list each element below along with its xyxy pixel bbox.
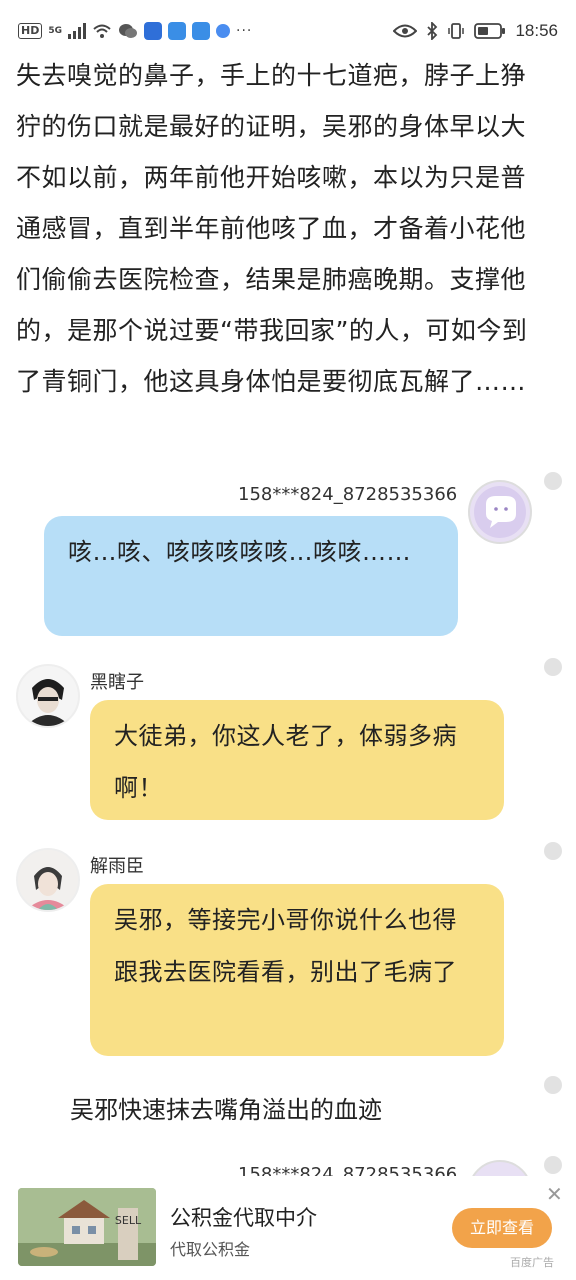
ad-title[interactable]: 公积金代取中介 xyxy=(170,1202,317,1232)
clock: 18:56 xyxy=(515,21,558,40)
message-bubble[interactable]: 大徒弟，你这人老了，体弱多病啊！ xyxy=(90,700,504,820)
wifi-icon xyxy=(93,24,111,38)
eye-comfort-icon xyxy=(393,24,418,38)
story-paragraph: 失去嗅觉的鼻子，手上的十七道疤，脖子上狰狞的伤口就是最好的证明，吴邪的身体早以大… xyxy=(16,61,528,396)
ad-banner[interactable]: SELL 公积金代取中介 代取公积金 立即查看 ✕ 百度广告 xyxy=(0,1176,576,1280)
hd-indicator: HD xyxy=(18,23,43,39)
message-bubble[interactable]: 吴邪，等接完小哥你说什么也得跟我去医院看看，别出了毛病了 xyxy=(90,884,504,1056)
status-left: HD 5G ··· xyxy=(18,20,252,42)
ad-close-icon[interactable]: ✕ xyxy=(546,1182,563,1206)
read-dot xyxy=(544,658,562,676)
message-bubble[interactable]: 咳…咳、咳咳咳咳咳…咳咳…… xyxy=(44,516,458,636)
bluetooth-icon xyxy=(427,22,438,40)
signal-icon xyxy=(68,23,86,39)
more-notifications: ··· xyxy=(236,23,253,39)
ad-source-tag: 百度广告 xyxy=(510,1256,554,1269)
status-right: 18:56 xyxy=(393,20,558,42)
avatar-xieyuchen[interactable] xyxy=(16,848,80,912)
ad-image-text: SELL xyxy=(115,1214,142,1227)
narration-text: 吴邪快速抹去嘴角溢出的血迹 xyxy=(70,1096,382,1124)
battery-icon xyxy=(474,23,506,39)
character-avatar-icon xyxy=(18,666,78,726)
vibrate-icon xyxy=(448,23,465,39)
sender-name: 解雨臣 xyxy=(90,856,144,877)
read-dot xyxy=(544,1076,562,1094)
browser-app-2-icon xyxy=(192,22,210,40)
network-type: 5G xyxy=(48,25,62,36)
map-app-icon xyxy=(216,24,230,38)
sender-name: 158***824_8728535366 xyxy=(238,484,458,505)
read-dot xyxy=(544,1156,562,1174)
default-avatar[interactable] xyxy=(468,480,532,544)
browser-app-icon xyxy=(168,22,186,40)
ad-view-button[interactable]: 立即查看 xyxy=(452,1208,552,1248)
ad-subtitle: 代取公积金 xyxy=(170,1240,251,1259)
house-sell-image: SELL xyxy=(18,1188,156,1266)
character-avatar-icon xyxy=(18,850,78,910)
avatar-heixiazi[interactable] xyxy=(16,664,80,728)
wechat-icon xyxy=(119,24,137,38)
chat-bubble-avatar-icon xyxy=(474,486,526,538)
shield-app-icon xyxy=(144,22,162,40)
read-dot xyxy=(544,472,562,490)
sender-name: 黑瞎子 xyxy=(90,672,144,693)
read-dot xyxy=(544,842,562,860)
ad-image[interactable]: SELL xyxy=(18,1188,156,1266)
